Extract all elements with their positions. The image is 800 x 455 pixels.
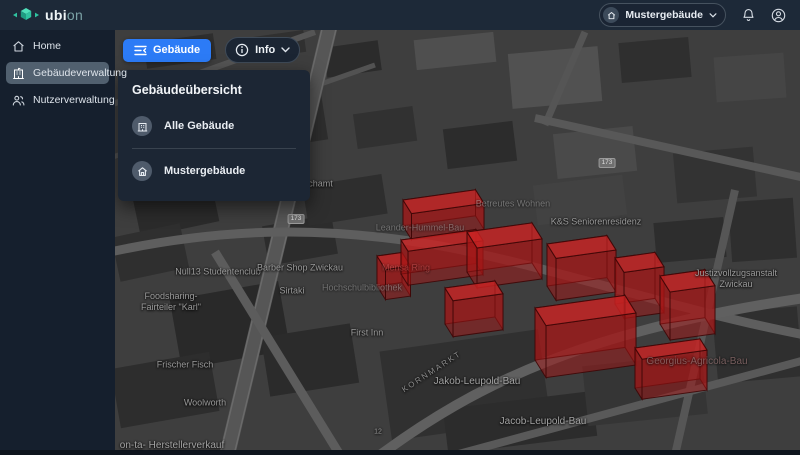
logo-text: ubion (45, 7, 83, 23)
list-collapse-icon (134, 45, 147, 56)
sidebar: Home Gebäudeverwaltung Nutzerverwaltung (0, 30, 115, 450)
panel-item-mustergebaeude[interactable]: Mustergebäude (132, 155, 296, 187)
info-label: Info (255, 44, 275, 56)
gebaeude-button-label: Gebäude (153, 44, 200, 56)
info-dropdown[interactable]: Info (225, 37, 300, 63)
home-icon (12, 40, 25, 53)
buildings-icon (132, 116, 152, 136)
home-icon (132, 161, 152, 181)
account-icon (771, 8, 786, 23)
building-management-icon (12, 67, 25, 80)
sidebar-item-label: Home (33, 40, 61, 52)
chevron-down-icon (709, 13, 717, 18)
gebaeudeuebersicht-panel: Gebäudeübersicht Alle Gebäude (118, 70, 310, 201)
panel-item-label: Alle Gebäude (164, 120, 234, 132)
users-icon (12, 94, 25, 107)
sidebar-item-label: Nutzerverwaltung (33, 94, 115, 106)
panel-title: Gebäudeübersicht (132, 83, 296, 97)
topbar: ubion Mustergebäude (0, 0, 800, 30)
sidebar-item-gebaeudeverwaltung[interactable]: Gebäudeverwaltung (6, 62, 109, 84)
gebaeude-button[interactable]: Gebäude (123, 39, 211, 62)
panel-divider (132, 148, 296, 149)
account-button[interactable] (771, 8, 786, 23)
sidebar-item-label: Gebäudeverwaltung (33, 67, 127, 79)
building-selector-label: Mustergebäude (625, 9, 703, 21)
bell-icon (742, 8, 755, 22)
ubion-cube-icon (13, 6, 39, 24)
panel-item-label: Mustergebäude (164, 165, 245, 177)
chevron-down-icon (281, 47, 290, 53)
home-icon (603, 7, 619, 23)
ubion-logo: ubion (13, 6, 83, 24)
building-selector[interactable]: Mustergebäude (599, 3, 726, 27)
sidebar-item-nutzerverwaltung[interactable]: Nutzerverwaltung (6, 89, 109, 111)
sidebar-item-home[interactable]: Home (6, 35, 109, 57)
notifications-button[interactable] (742, 8, 755, 22)
info-icon (235, 43, 249, 57)
panel-item-alle-gebaeude[interactable]: Alle Gebäude (132, 110, 296, 142)
